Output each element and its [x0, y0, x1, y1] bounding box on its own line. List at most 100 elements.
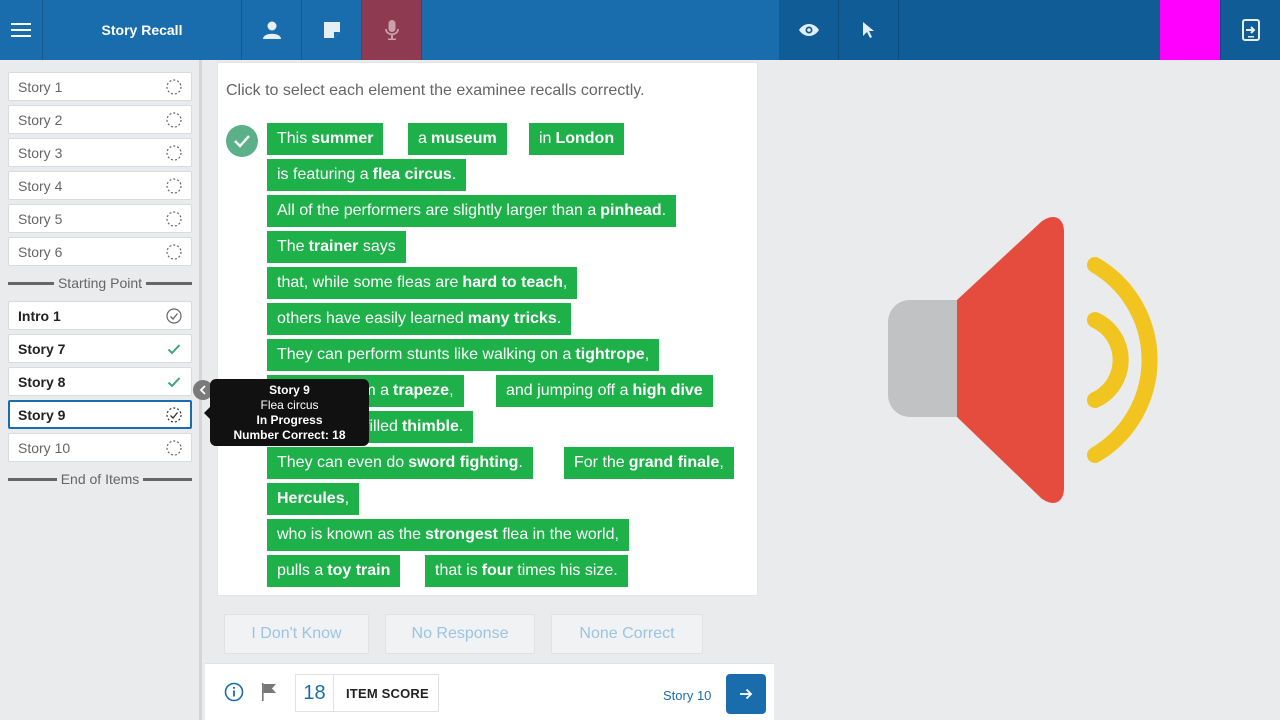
in-progress-icon	[166, 407, 182, 423]
sidebar-item-label: Story 5	[18, 210, 63, 227]
item-complete-check-icon[interactable]	[226, 125, 258, 157]
sidebar-item-label: Story 1	[18, 78, 63, 95]
recall-element-2[interactable]: a museum	[408, 123, 507, 155]
sidebar-item-story-7[interactable]: Story 7	[8, 334, 192, 363]
element-text: .	[556, 310, 562, 327]
flag-icon[interactable]	[261, 682, 277, 702]
recall-element-8[interactable]: others have easily learned many tricks.	[267, 303, 572, 335]
stimulus-pane	[779, 60, 1280, 720]
separator-label: Starting Point	[57, 275, 143, 291]
recall-element-5[interactable]: All of the performers are slightly large…	[267, 195, 677, 227]
recall-element-1[interactable]: This summer	[267, 123, 384, 155]
examinee-button[interactable]	[242, 0, 302, 60]
element-text: a	[418, 130, 427, 147]
element-text: that is	[435, 562, 478, 579]
sidebar-item-story-1[interactable]: Story 1	[8, 72, 192, 101]
element-keyword: thimble	[401, 418, 459, 435]
recall-element-6[interactable]: The trainer says	[267, 231, 406, 263]
instruction-text: Click to select each element the examine…	[226, 82, 645, 99]
sidebar-item-label: Story 10	[18, 439, 71, 456]
sidebar-item-story-8[interactable]: Story 8	[8, 367, 192, 396]
sidebar-item-story-9[interactable]: Story 9	[8, 400, 192, 429]
sidebar-item-label: Story 9	[18, 406, 66, 423]
recall-element-15[interactable]: Hercules,	[267, 483, 360, 515]
i-dont-know-button[interactable]: I Don't Know	[224, 614, 369, 654]
sidebar-item-story-3[interactable]: Story 3	[8, 138, 192, 167]
element-text: They can perform stunts like walking on …	[277, 346, 572, 363]
menu-button[interactable]	[0, 0, 42, 60]
element-text: ,	[344, 490, 350, 507]
next-item-label: Story 10	[663, 688, 712, 703]
footer-bar: 18 ITEM SCORE Story 10	[205, 663, 774, 720]
not-started-icon	[166, 440, 182, 456]
element-text: They can even do	[277, 454, 405, 471]
recall-element-11[interactable]: and jumping off a high dive	[496, 375, 713, 407]
next-item-button[interactable]	[726, 674, 766, 714]
note-icon	[323, 22, 340, 38]
element-text: others have easily learned	[277, 310, 464, 327]
check-circle-icon	[166, 308, 182, 324]
element-text: flea in the world,	[497, 526, 619, 543]
chevron-left-icon	[199, 385, 206, 395]
sidebar-item-label: Story 4	[18, 177, 63, 194]
element-text: ,	[719, 454, 724, 471]
sidebar-item-label: Intro 1	[18, 307, 61, 324]
recall-element-4[interactable]: is featuring a flea circus.	[267, 159, 467, 191]
recall-element-14[interactable]: For the grand finale,	[564, 447, 734, 479]
element-keyword: trainer	[308, 238, 359, 255]
sidebar-item-label: Story 8	[18, 373, 66, 390]
element-text: All of the performers are slightly large…	[277, 202, 597, 219]
recall-element-18[interactable]: that is four times his size.	[425, 555, 628, 587]
element-text: in	[539, 130, 552, 147]
element-keyword: sword fighting	[408, 454, 519, 471]
element-text: who is known as the	[277, 526, 422, 543]
info-icon[interactable]	[224, 682, 244, 702]
recall-element-16[interactable]: who is known as the strongest flea in the…	[267, 519, 629, 551]
element-keyword: high dive	[632, 382, 703, 399]
tooltip-subtitle: Flea circus	[260, 397, 319, 412]
recall-element-3[interactable]: in London	[529, 123, 625, 155]
microphone-button[interactable]	[362, 0, 422, 60]
element-text: and jumping off a	[506, 382, 629, 399]
sidebar-item-story-5[interactable]: Story 5	[8, 204, 192, 233]
item-score-label: ITEM SCORE	[346, 685, 429, 701]
notes-button[interactable]	[302, 0, 362, 60]
recall-element-7[interactable]: that, while some fleas are hard to teach,	[267, 267, 578, 299]
sidebar-item-story-10[interactable]: Story 10	[8, 433, 192, 462]
no-response-button[interactable]: No Response	[385, 614, 535, 654]
sidebar-item-label: Story 2	[18, 111, 63, 128]
not-started-icon	[166, 244, 182, 260]
element-text: ,	[644, 346, 650, 363]
none-correct-button[interactable]: None Correct	[551, 614, 703, 654]
recall-element-13[interactable]: They can even do sword fighting.	[267, 447, 533, 479]
element-keyword: grand finale	[628, 454, 720, 471]
microphone-icon	[384, 20, 399, 40]
pointer-button[interactable]	[839, 0, 899, 60]
recall-element-9[interactable]: They can perform stunts like walking on …	[267, 339, 660, 371]
item-score-value[interactable]: 18	[296, 675, 334, 711]
menu-icon	[11, 23, 31, 37]
tooltip-status: In Progress	[256, 412, 323, 427]
element-keyword: pinhead	[600, 202, 662, 219]
element-keyword: four	[481, 562, 513, 579]
element-text: This	[277, 130, 308, 147]
preview-button[interactable]	[779, 0, 839, 60]
element-text: The	[277, 238, 305, 255]
tooltip-title: Story 9	[269, 382, 310, 397]
tooltip-correct-count: Number Correct: 18	[233, 427, 346, 442]
sidebar-item-story-6[interactable]: Story 6	[8, 237, 192, 266]
sidebar-item-story-2[interactable]: Story 2	[8, 105, 192, 134]
recall-element-17[interactable]: pulls a toy train	[267, 555, 401, 587]
speaker-audio-icon	[888, 217, 1158, 503]
story-elements-card: Click to select each element the examine…	[217, 62, 758, 596]
end-of-items-separator: End of Items	[8, 471, 192, 487]
element-text: pulls a	[277, 562, 324, 579]
sidebar: Story 1 Story 2 Story 3 Story 4 Story 5 …	[0, 60, 202, 720]
sidebar-item-intro-1[interactable]: Intro 1	[8, 301, 192, 330]
element-text: says	[358, 238, 396, 255]
person-icon	[262, 21, 281, 39]
sidebar-item-story-4[interactable]: Story 4	[8, 171, 192, 200]
checkmark-icon	[167, 344, 181, 355]
exit-button[interactable]	[1220, 0, 1280, 60]
element-text: ,	[449, 382, 454, 399]
